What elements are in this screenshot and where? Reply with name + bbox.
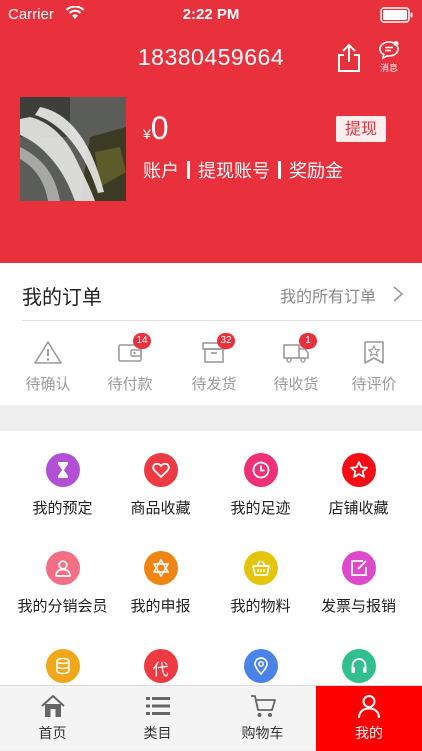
user-icon [358,695,380,719]
profile-header: Carrier 2:22 PM 18380459664 消息 ¥0 提现 账户 … [0,0,422,263]
avatar[interactable] [20,97,126,201]
orders-title: 我的订单 [22,285,102,309]
grid-item-label: 我的物料 [230,597,291,615]
tab-mine[interactable]: 我的 [316,686,422,751]
order-status-pending-review[interactable]: 待评价 [334,339,414,394]
agent-icon: 代 [152,660,169,679]
grid-item-store-favorites[interactable]: 店铺收藏 [306,453,411,518]
link-divider [278,161,281,179]
tab-categories[interactable]: 类目 [105,686,210,751]
all-orders-link[interactable]: 我的所有订单 [280,283,376,307]
order-status-label: 待付款 [107,375,153,393]
basket-icon [251,560,270,576]
tab-label: 首页 [38,726,67,742]
messages-button[interactable]: 消息 [370,40,408,76]
edit-icon [350,560,367,576]
cart-icon [250,695,276,717]
grid-item-location[interactable] [208,649,313,683]
order-status-label: 待发货 [191,375,237,393]
heart-icon [151,462,170,478]
battery-icon [380,7,413,23]
home-icon [40,695,65,717]
badge-count: 14 [133,333,151,349]
grid-item-label: 我的分销会员 [17,597,108,615]
feature-grid: 我的预定 商品收藏 我的足迹 店铺收藏 我的分销会员 我的申报 我的物料 发票与… [0,431,422,685]
tab-label: 我的 [355,726,383,742]
withdraw-account-link[interactable]: 提现账号 [198,161,270,182]
withdraw-button[interactable]: 提现 [336,116,386,142]
review-icon [364,341,384,364]
badge-count: 1 [299,333,317,349]
balance: ¥0 [143,110,169,147]
tab-label: 购物车 [241,726,284,742]
grid-item-label: 我的足迹 [230,499,291,517]
grid-item-distribution-members[interactable]: 我的分销会员 [10,551,115,616]
grid-item-product-favorites[interactable]: 商品收藏 [108,453,213,518]
grid-item-agent[interactable]: 代 [108,649,213,683]
link-divider [187,161,190,179]
star-of-david-icon [152,558,169,578]
grid-item-customer-service[interactable] [306,649,411,683]
clock-icon [252,461,269,479]
grid-item-label: 发票与报销 [320,597,396,615]
chat-icon [379,41,399,60]
divider [22,320,422,321]
clock: 2:22 PM [182,6,240,23]
chevron-right-icon[interactable] [392,285,404,303]
star-icon [349,461,368,478]
account-links: 账户 提现账号 奖励金 [143,157,343,183]
grid-item-reservations[interactable]: 我的预定 [10,453,115,518]
badge-count: 32 [217,333,235,349]
order-status-label: 待收货 [273,375,319,393]
currency-symbol: ¥ [143,126,151,142]
grid-item-label: 店铺收藏 [328,499,389,517]
list-icon [145,697,170,715]
order-status-pending-receipt[interactable]: 1 待收货 [256,333,336,394]
order-status-pending-confirm[interactable]: 待确认 [8,339,88,394]
reward-link[interactable]: 奖励金 [289,161,343,182]
grid-item-label: 商品收藏 [130,499,191,517]
grid-item-database[interactable] [10,649,115,683]
grid-item-invoices[interactable]: 发票与报销 [306,551,411,616]
tab-home[interactable]: 首页 [0,686,105,751]
order-status-label: 待评价 [351,375,397,393]
account-link[interactable]: 账户 [143,161,179,182]
grid-item-label: 我的申报 [130,597,191,615]
database-icon [55,657,70,675]
tab-bar: 首页 类目 购物车 我的 [0,685,422,751]
messages-label: 消息 [379,64,398,74]
orders-section: 我的订单 我的所有订单 待确认 14 待付款 32 待发货 1 待收货 待评价 [0,263,422,405]
headset-icon [351,658,366,673]
tab-label: 类目 [143,726,172,742]
warning-icon [34,341,62,364]
balance-amount: 0 [150,110,169,146]
grid-item-materials[interactable]: 我的物料 [208,551,313,616]
order-status-pending-shipment[interactable]: 32 待发货 [174,333,254,394]
status-bar: Carrier 2:22 PM [0,0,422,30]
location-icon [253,657,268,676]
grid-item-declarations[interactable]: 我的申报 [108,551,213,616]
user-icon [54,560,71,577]
share-icon[interactable] [335,43,363,73]
hourglass-icon [57,462,68,478]
tab-cart[interactable]: 购物车 [210,686,315,751]
order-status-pending-payment[interactable]: 14 待付款 [90,333,170,394]
order-status-label: 待确认 [25,375,71,393]
grid-item-footprints[interactable]: 我的足迹 [208,453,313,518]
grid-item-label: 我的预定 [32,499,93,517]
